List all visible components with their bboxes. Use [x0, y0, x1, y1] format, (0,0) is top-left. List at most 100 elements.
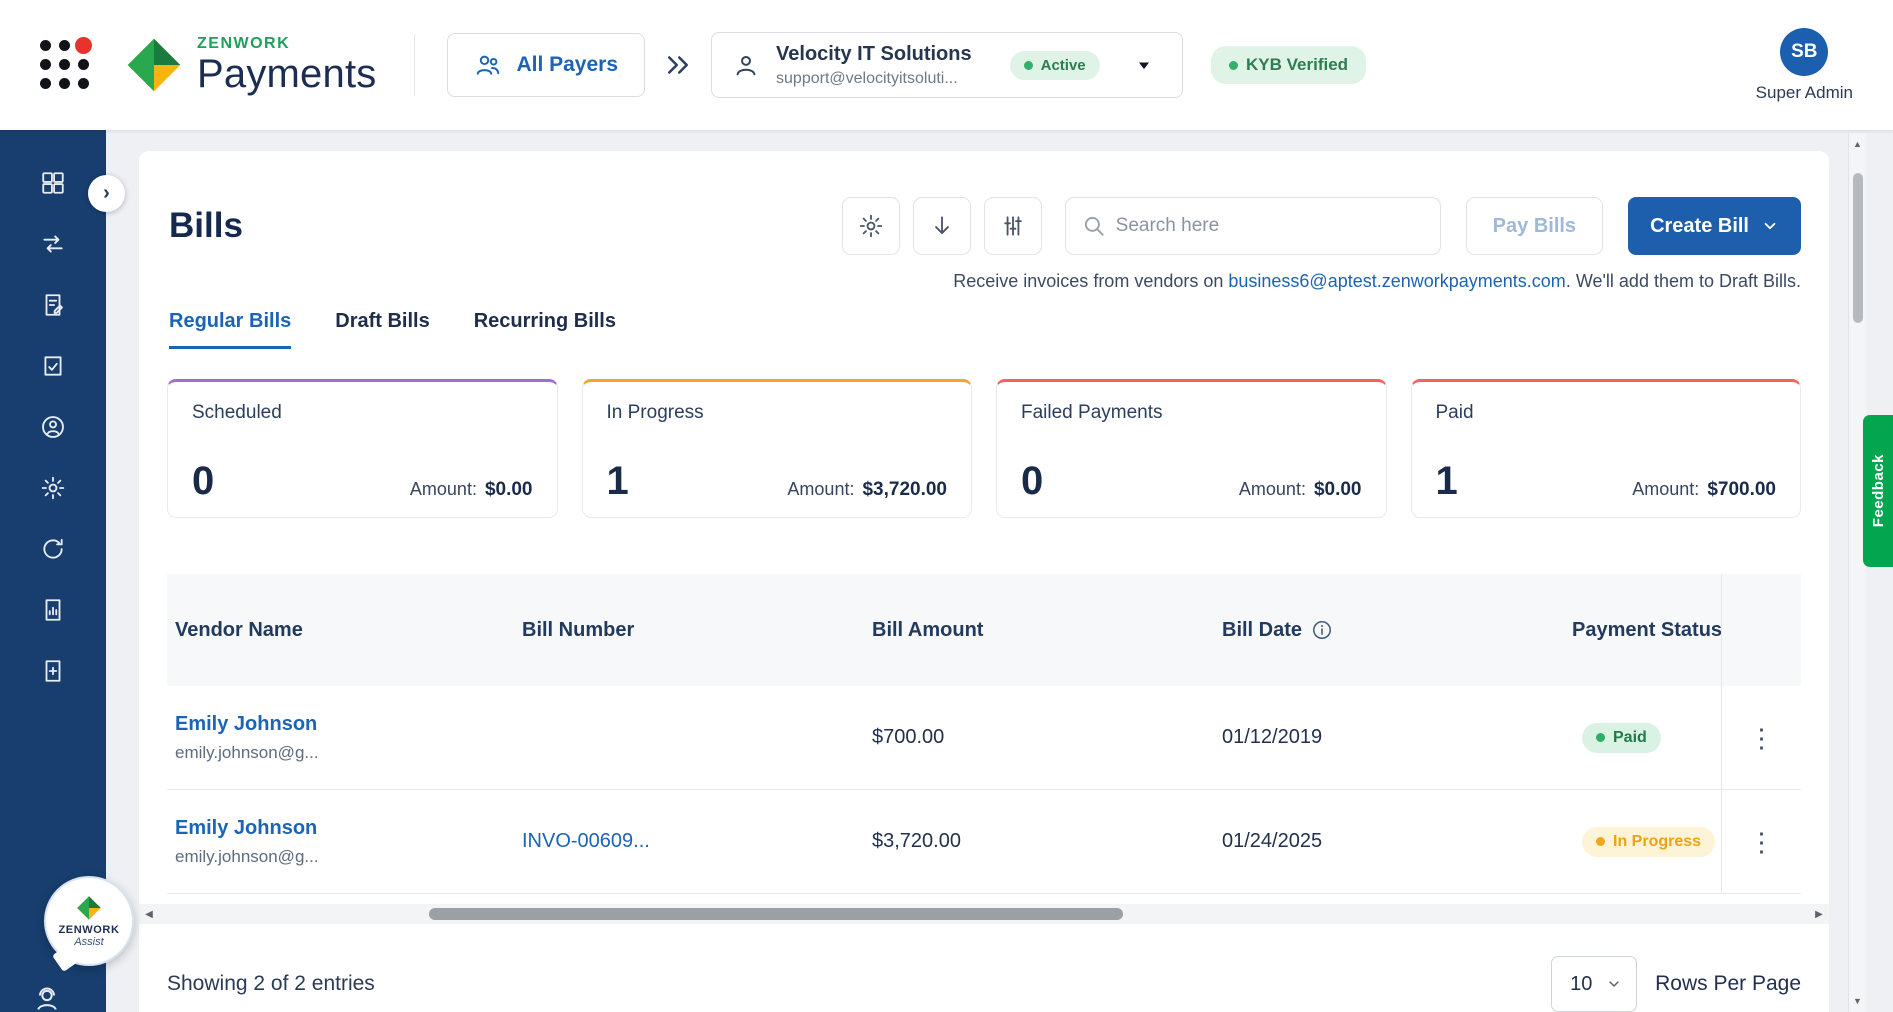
stat-card-scheduled: Scheduled 0 Amount:$0.00 — [167, 379, 558, 518]
sync-arrows-icon — [40, 536, 66, 562]
status-badge: Paid — [1582, 723, 1661, 753]
stat-label: Paid — [1436, 402, 1777, 424]
apps-launcher-icon[interactable] — [40, 40, 91, 91]
zenwork-logo-mark — [125, 36, 183, 94]
rows-per-page-select[interactable]: 10 — [1551, 956, 1637, 1012]
chevron-down-icon — [1761, 217, 1779, 235]
avatar[interactable]: SB — [1780, 28, 1828, 76]
tab-recurring-bills[interactable]: Recurring Bills — [474, 310, 616, 349]
stat-count: 0 — [192, 461, 214, 501]
invoice-note: Receive invoices from vendors on busines… — [167, 271, 1801, 292]
dashboard-icon — [40, 170, 66, 196]
create-bill-button[interactable]: Create Bill — [1628, 197, 1801, 255]
bills-panel: Bills — [139, 151, 1829, 1012]
bills-tabs: Regular Bills Draft Bills Recurring Bill… — [167, 310, 1801, 349]
stat-count: 1 — [1436, 461, 1458, 501]
scroll-left-icon[interactable]: ◀ — [139, 904, 159, 924]
sidebar-item-settings[interactable] — [33, 474, 73, 502]
scroll-up-icon[interactable]: ▲ — [1849, 135, 1866, 153]
bill-amount-cell: $3,720.00 — [872, 830, 1222, 853]
status-dot — [1596, 733, 1605, 742]
col-header-bill-date: Bill Date — [1222, 619, 1572, 642]
stat-amount-value: $0.00 — [1314, 479, 1362, 500]
vendor-email: emily.johnson@g... — [175, 743, 522, 763]
payer-status-badge: Active — [1010, 51, 1100, 80]
sidebar-item-reports[interactable] — [33, 596, 73, 624]
sidebar-expand-button[interactable]: › — [88, 175, 125, 212]
user-role: Super Admin — [1756, 83, 1853, 103]
download-arrow-icon — [929, 213, 955, 239]
rows-per-page-label: Rows Per Page — [1655, 972, 1801, 996]
assist-brand: ZENWORK — [58, 924, 119, 936]
headset-person-icon — [33, 985, 61, 1012]
bill-number-link[interactable]: INVO-00609... — [522, 830, 872, 853]
vendor-name-link[interactable]: Emily Johnson — [175, 817, 522, 840]
scroll-down-icon[interactable]: ▼ — [1849, 992, 1866, 1010]
sidebar-item-approvals[interactable] — [33, 352, 73, 380]
sidebar-item-create-bill[interactable] — [33, 657, 73, 685]
bill-edit-icon — [40, 292, 66, 318]
stat-label: In Progress — [607, 402, 948, 424]
row-actions-menu[interactable]: ⋮ — [1749, 829, 1775, 855]
stat-card-paid: Paid 1 Amount:$700.00 — [1411, 379, 1802, 518]
double-chevron-icon — [663, 50, 693, 80]
info-icon[interactable] — [1311, 619, 1333, 641]
bill-date-cell: 01/24/2025 — [1222, 830, 1572, 853]
caret-down-icon — [1134, 55, 1154, 75]
sidebar-item-vendors[interactable] — [33, 413, 73, 441]
kyb-verified-badge: KYB Verified — [1211, 46, 1366, 84]
gear-icon — [858, 213, 884, 239]
stat-label: Failed Payments — [1021, 402, 1362, 424]
sidebar-item-sync[interactable] — [33, 535, 73, 563]
payers-people-icon — [474, 51, 502, 79]
header-divider — [414, 34, 415, 96]
sidebar-item-transfers[interactable] — [33, 230, 73, 258]
sidebar-item-bills[interactable] — [33, 291, 73, 319]
col-header-bill-amount: Bill Amount — [872, 619, 1222, 642]
profile-block: SB Super Admin — [1756, 28, 1853, 103]
tab-draft-bills[interactable]: Draft Bills — [335, 310, 429, 349]
stats-row: Scheduled 0 Amount:$0.00 In Progress 1 A… — [167, 379, 1801, 518]
horizontal-scrollbar-thumb[interactable] — [429, 908, 1123, 920]
vendor-person-icon — [40, 414, 66, 440]
tab-regular-bills[interactable]: Regular Bills — [169, 310, 291, 349]
invoice-email-link[interactable]: business6@aptest.zenworkpayments.com — [1228, 271, 1565, 291]
all-payers-button[interactable]: All Payers — [447, 33, 645, 97]
payer-selector[interactable]: Velocity IT Solutions support@velocityit… — [711, 32, 1183, 98]
col-header-payment-status: Payment Status — [1572, 619, 1721, 642]
zenwork-logo[interactable]: ZENWORK Payments — [125, 35, 376, 95]
status-badge: In Progress — [1582, 827, 1715, 857]
feedback-tab[interactable]: Feedback — [1863, 415, 1893, 567]
page-title: Bills — [167, 206, 243, 246]
payer-email: support@velocityitsoluti... — [776, 70, 972, 88]
vertical-scrollbar[interactable]: ▲ ▼ — [1848, 133, 1866, 1012]
document-add-icon — [40, 658, 66, 684]
sidebar-item-support[interactable] — [33, 985, 61, 1012]
horizontal-scrollbar[interactable]: ◀ ▶ — [139, 904, 1829, 924]
kyb-dot — [1229, 61, 1238, 70]
search-input[interactable] — [1065, 197, 1441, 255]
stat-amount-value: $0.00 — [485, 479, 533, 500]
stat-label: Scheduled — [192, 402, 533, 424]
table-row: Emily Johnson emily.johnson@g... INVO-00… — [167, 790, 1801, 894]
assist-label: Assist — [74, 936, 103, 948]
bills-table: Vendor Name Bill Number Bill Amount Bill… — [167, 574, 1801, 894]
filter-button[interactable] — [984, 197, 1042, 255]
zenwork-assist-widget[interactable]: ZENWORK Assist — [44, 876, 134, 966]
row-actions-menu[interactable]: ⋮ — [1749, 725, 1775, 751]
brand-name-bottom: Payments — [197, 53, 376, 95]
sliders-icon — [1000, 213, 1026, 239]
vertical-scrollbar-thumb[interactable] — [1853, 173, 1863, 323]
status-dot — [1596, 837, 1605, 846]
table-settings-button[interactable] — [842, 197, 900, 255]
bill-date-cell: 01/12/2019 — [1222, 726, 1572, 749]
download-button[interactable] — [913, 197, 971, 255]
report-document-icon — [40, 597, 66, 623]
sidebar-item-dashboard[interactable] — [33, 169, 73, 197]
scroll-right-icon[interactable]: ▶ — [1809, 904, 1829, 924]
stat-amount-value: $3,720.00 — [862, 479, 947, 500]
stat-count: 0 — [1021, 461, 1043, 501]
stat-amount-label: Amount: — [787, 479, 854, 499]
vendor-name-link[interactable]: Emily Johnson — [175, 713, 522, 736]
pay-bills-button[interactable]: Pay Bills — [1466, 197, 1603, 255]
